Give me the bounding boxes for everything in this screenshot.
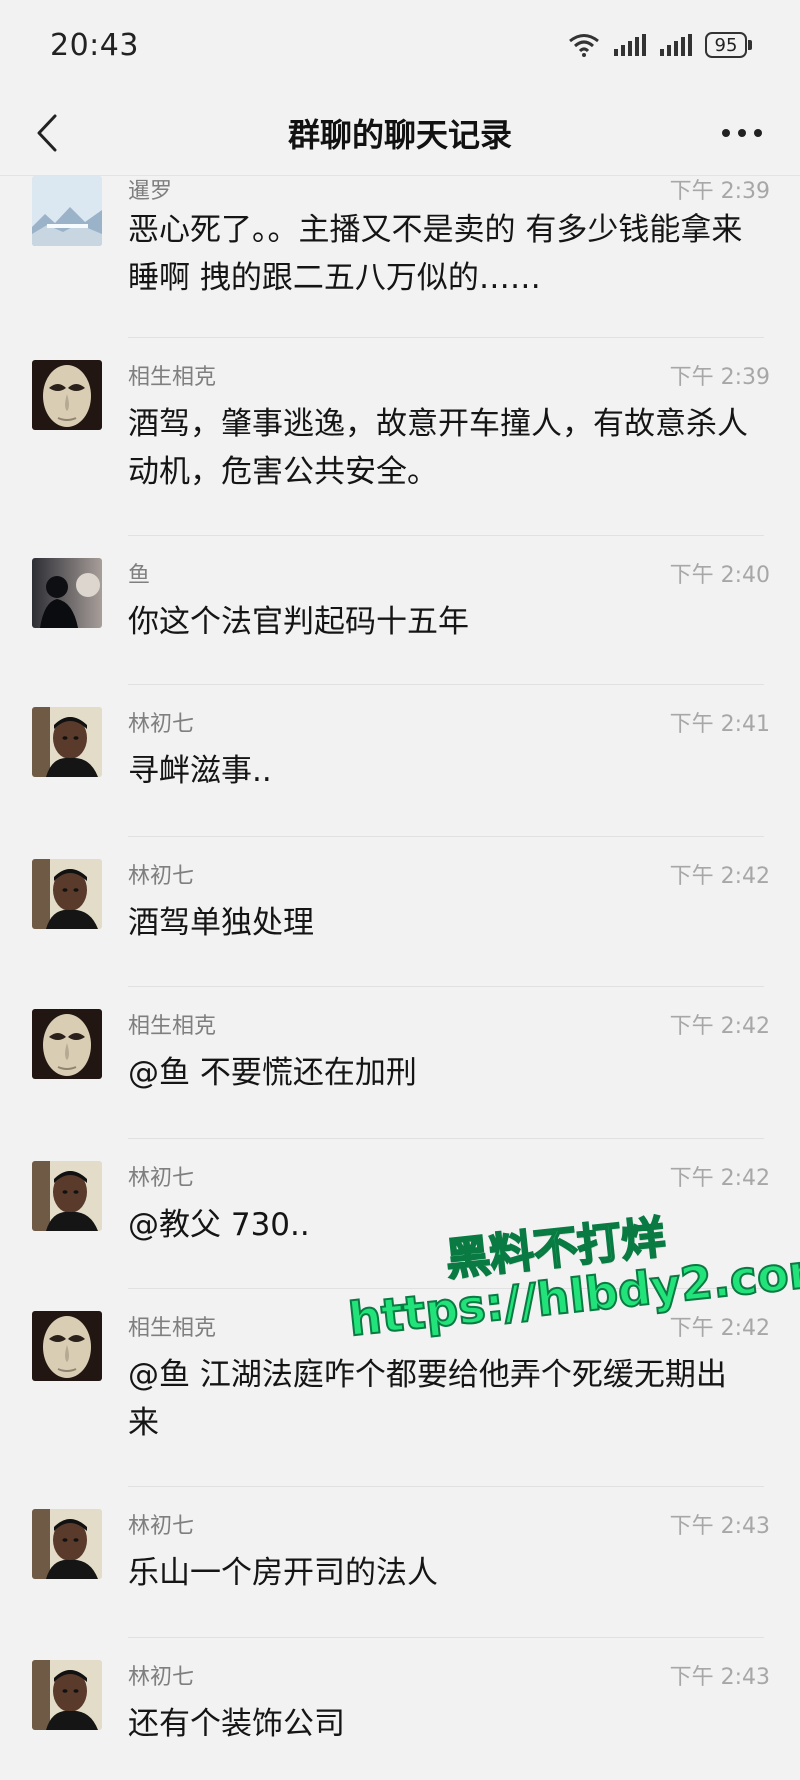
mask-avatar-icon xyxy=(32,360,102,430)
sender-name: 林初七 xyxy=(128,1514,195,1539)
mask-avatar-icon xyxy=(32,1311,102,1381)
message-time: 下午 2:40 xyxy=(669,563,770,588)
man-avatar-icon xyxy=(32,1509,102,1579)
message-text: @鱼 江湖法庭咋个都要给他弄个死缓无期出来 xyxy=(128,1357,727,1441)
message-text: 恶心死了。。主播又不是卖的 有多少钱能拿来睡啊 拽的跟二五八万似的…… xyxy=(128,212,743,296)
avatar[interactable] xyxy=(32,1161,102,1231)
message-item[interactable]: 林初七 下午 2:41 寻衅滋事.. xyxy=(0,685,800,837)
sender-name: 林初七 xyxy=(128,712,195,737)
message-meta: 林初七 下午 2:41 xyxy=(128,707,770,737)
signal-icon xyxy=(614,34,646,56)
message-text: 酒驾，肇事逃逸，故意开车撞人，有故意杀人动机，危害公共安全。 xyxy=(128,406,748,490)
message-item[interactable]: 林初七 下午 2:42 酒驾单独处理 xyxy=(0,837,800,987)
message-meta: 相生相克 下午 2:39 xyxy=(128,360,770,390)
avatar[interactable] xyxy=(32,176,102,246)
message-meta: 相生相克 下午 2:42 xyxy=(128,1311,770,1341)
avatar[interactable] xyxy=(32,558,102,628)
mask-avatar-icon xyxy=(32,1009,102,1079)
avatar[interactable] xyxy=(32,707,102,777)
wifi-icon xyxy=(569,34,599,57)
silhouette-avatar-icon xyxy=(32,558,102,628)
page-title: 群聊的聊天记录 xyxy=(287,115,512,154)
message-time: 下午 2:43 xyxy=(669,1665,770,1690)
battery-level: 95 xyxy=(705,32,747,58)
status-time: 20:43 xyxy=(50,27,139,63)
more-button[interactable] xyxy=(712,108,772,158)
avatar[interactable] xyxy=(32,1009,102,1079)
message-time: 下午 2:42 xyxy=(669,1014,770,1039)
message-meta: 林初七 下午 2:42 xyxy=(128,859,770,889)
message-item[interactable]: 林初七 下午 2:43 乐山一个房开司的法人 xyxy=(0,1487,800,1638)
avatar[interactable] xyxy=(32,859,102,929)
message-text: 你这个法官判起码十五年 xyxy=(128,604,469,640)
sender-name: 相生相克 xyxy=(128,1014,217,1039)
more-icon xyxy=(722,129,762,137)
battery-icon: 95 xyxy=(705,32,752,58)
sender-name: 林初七 xyxy=(128,1665,195,1690)
sender-name: 相生相克 xyxy=(128,1316,217,1341)
message-time: 下午 2:42 xyxy=(669,1316,770,1341)
message-time: 下午 2:42 xyxy=(669,1166,770,1191)
message-item[interactable]: 相生相克 下午 2:42 @鱼 江湖法庭咋个都要给他弄个死缓无期出来 xyxy=(0,1289,800,1487)
message-meta: 相生相克 下午 2:42 xyxy=(128,1009,770,1039)
man-avatar-icon xyxy=(32,1161,102,1231)
message-item[interactable]: 暹罗 下午 2:39 恶心死了。。主播又不是卖的 有多少钱能拿来睡啊 拽的跟二五… xyxy=(0,176,800,338)
back-button[interactable] xyxy=(22,108,72,158)
message-meta: 林初七 下午 2:42 xyxy=(128,1161,770,1191)
message-meta: 暹罗 下午 2:39 xyxy=(128,176,770,204)
message-item[interactable]: 相生相克 下午 2:39 酒驾，肇事逃逸，故意开车撞人，有故意杀人动机，危害公共… xyxy=(0,338,800,536)
back-icon xyxy=(37,114,57,152)
message-text: @鱼 不要慌还在加刑 xyxy=(128,1055,417,1091)
message-item[interactable]: 相生相克 下午 2:42 @鱼 不要慌还在加刑 xyxy=(0,987,800,1139)
message-time: 下午 2:42 xyxy=(669,864,770,889)
message-text: 寻衅滋事.. xyxy=(128,753,272,789)
status-bar: 20:43 95 xyxy=(0,0,800,90)
avatar[interactable] xyxy=(32,1509,102,1579)
message-text: @教父 730.. xyxy=(128,1207,310,1243)
nav-bar: 群聊的聊天记录 xyxy=(0,90,800,176)
avatar[interactable] xyxy=(32,360,102,430)
sender-name: 林初七 xyxy=(128,864,195,889)
signal-icon xyxy=(660,34,692,56)
sender-name: 暹罗 xyxy=(128,179,173,204)
message-text: 乐山一个房开司的法人 xyxy=(128,1555,438,1591)
man-avatar-icon xyxy=(32,707,102,777)
message-meta: 林初七 下午 2:43 xyxy=(128,1660,770,1690)
message-time: 下午 2:41 xyxy=(669,712,770,737)
message-meta: 鱼 下午 2:40 xyxy=(128,558,770,588)
message-text: 酒驾单独处理 xyxy=(128,905,314,941)
message-time: 下午 2:43 xyxy=(669,1514,770,1539)
message-item[interactable]: 林初七 下午 2:42 @教父 730.. xyxy=(0,1139,800,1289)
message-time: 下午 2:39 xyxy=(669,365,770,390)
sender-name: 鱼 xyxy=(128,563,151,588)
message-meta: 林初七 下午 2:43 xyxy=(128,1509,770,1539)
message-item[interactable]: 鱼 下午 2:40 你这个法官判起码十五年 xyxy=(0,536,800,685)
message-list[interactable]: 暹罗 下午 2:39 恶心死了。。主播又不是卖的 有多少钱能拿来睡啊 拽的跟二五… xyxy=(0,176,800,1780)
sender-name: 相生相克 xyxy=(128,365,217,390)
man-avatar-icon xyxy=(32,859,102,929)
message-time: 下午 2:39 xyxy=(669,179,770,204)
landscape-avatar-icon xyxy=(32,176,102,246)
message-item[interactable]: 林初七 下午 2:43 还有个装饰公司 xyxy=(0,1638,800,1780)
man-avatar-icon xyxy=(32,1660,102,1730)
avatar[interactable] xyxy=(32,1311,102,1381)
sender-name: 林初七 xyxy=(128,1166,195,1191)
status-icons: 95 xyxy=(567,32,752,58)
avatar[interactable] xyxy=(32,1660,102,1730)
message-text: 还有个装饰公司 xyxy=(128,1706,345,1742)
